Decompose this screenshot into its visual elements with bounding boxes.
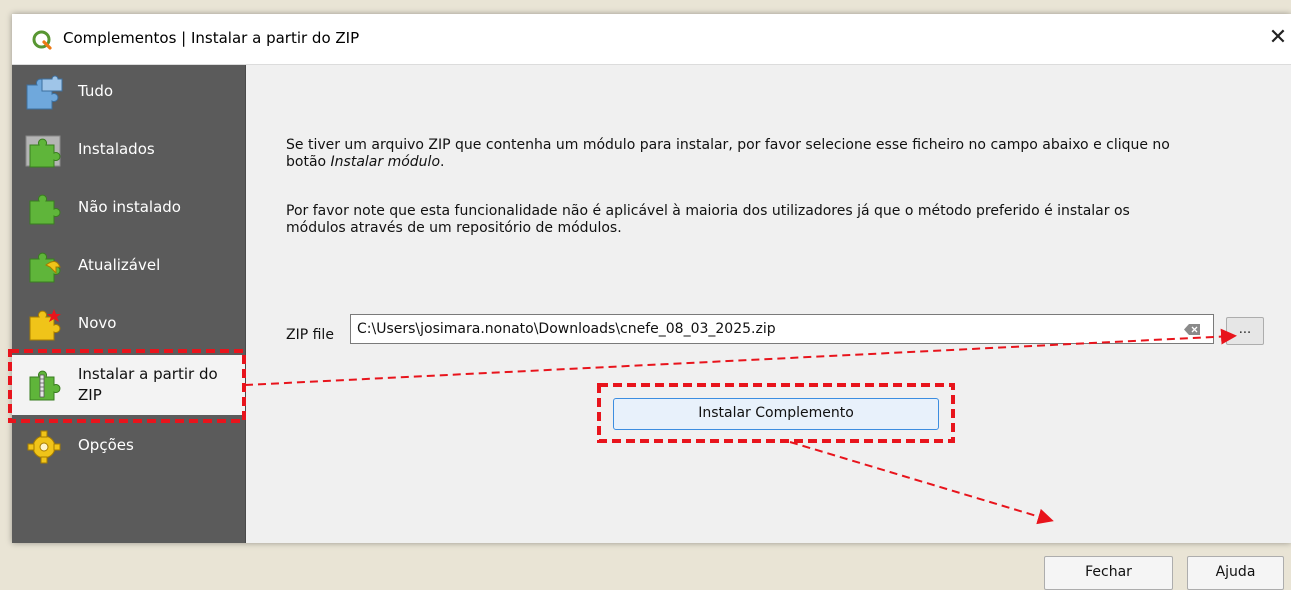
- help-button[interactable]: Ajuda: [1187, 556, 1284, 590]
- annotation-box-sidebar: [8, 349, 246, 423]
- annotation-arrow-to-browse: [244, 328, 1237, 386]
- annotation-overlay: [8, 328, 1237, 525]
- annotation-box-install: [597, 383, 955, 443]
- close-button[interactable]: Fechar: [1044, 556, 1173, 590]
- annotation-arrow-to-close: [789, 441, 1054, 525]
